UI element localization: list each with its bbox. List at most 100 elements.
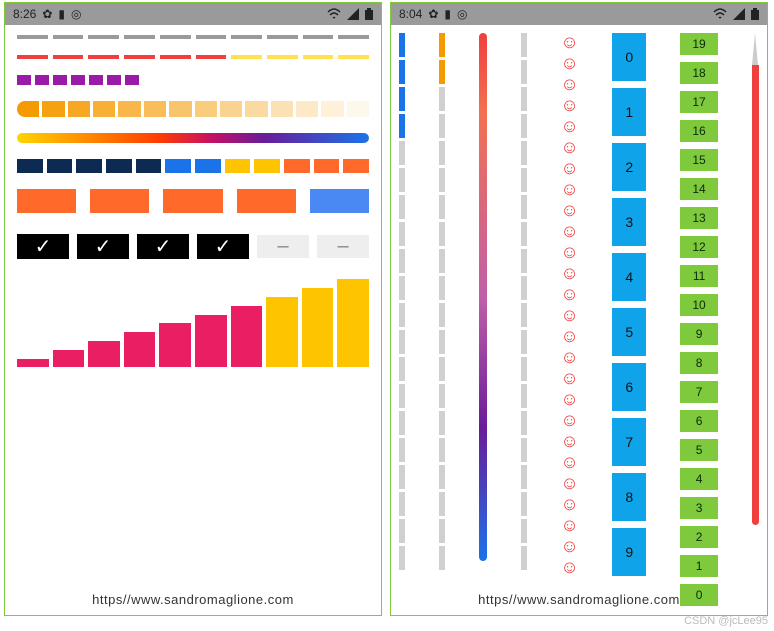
smile-icon: ☺ xyxy=(560,537,578,555)
left-content: ✓✓✓✓–– xyxy=(5,25,381,367)
vcol-blue-progress xyxy=(399,33,405,570)
status-bar: 8:26 ✿ ▮ ◎ xyxy=(5,3,381,25)
green-number-box[interactable]: 3 xyxy=(680,497,718,519)
sky-number-box[interactable]: 8 xyxy=(612,473,646,521)
grow-bar xyxy=(231,306,263,367)
sky-number-box[interactable]: 9 xyxy=(612,528,646,576)
green-number-box[interactable]: 13 xyxy=(680,207,718,229)
smile-icon: ☺ xyxy=(560,432,578,450)
ry-seg xyxy=(267,55,298,59)
v-seg xyxy=(439,249,445,273)
green-number-box[interactable]: 11 xyxy=(680,265,718,287)
v-seg xyxy=(399,546,405,570)
grow-bar xyxy=(124,332,156,367)
v-seg xyxy=(399,276,405,300)
wifi-icon xyxy=(713,8,727,20)
smile-icon: ☺ xyxy=(560,75,578,93)
v-seg xyxy=(439,357,445,381)
check-box-on[interactable]: ✓ xyxy=(137,234,189,259)
dash-seg xyxy=(88,35,119,39)
green-number-box[interactable]: 16 xyxy=(680,120,718,142)
smile-icon: ☺ xyxy=(560,96,578,114)
ofade-seg xyxy=(17,101,39,117)
purple-seg xyxy=(35,75,49,85)
v-seg xyxy=(439,303,445,327)
navy-seg xyxy=(195,159,221,173)
smile-icon: ☺ xyxy=(560,453,578,471)
battery-icon: ▮ xyxy=(58,7,65,21)
footer-url: https//www.sandromaglione.com xyxy=(391,592,767,607)
green-number-box[interactable]: 12 xyxy=(680,236,718,258)
step-navy-multi xyxy=(17,159,369,173)
purple-seg xyxy=(89,75,103,85)
v-seg xyxy=(439,438,445,462)
smile-icon: ☺ xyxy=(560,54,578,72)
dash-seg xyxy=(338,35,369,39)
green-number-box[interactable]: 7 xyxy=(680,381,718,403)
smile-icon: ☺ xyxy=(560,285,578,303)
green-number-box[interactable]: 6 xyxy=(680,410,718,432)
sky-number-box[interactable]: 2 xyxy=(612,143,646,191)
v-seg xyxy=(521,276,527,300)
wifi-icon xyxy=(327,8,341,20)
v-seg xyxy=(399,249,405,273)
sky-number-box[interactable]: 7 xyxy=(612,418,646,466)
sky-number-box[interactable]: 1 xyxy=(612,88,646,136)
smile-icon: ☺ xyxy=(560,327,578,345)
smile-icon: ☺ xyxy=(560,201,578,219)
v-seg xyxy=(399,330,405,354)
ry-seg xyxy=(303,55,334,59)
big-seg xyxy=(90,189,149,213)
green-number-box[interactable]: 1 xyxy=(680,555,718,577)
check-box-on[interactable]: ✓ xyxy=(197,234,249,259)
v-seg xyxy=(439,465,445,489)
v-seg xyxy=(521,141,527,165)
green-number-box[interactable]: 8 xyxy=(680,352,718,374)
green-number-box[interactable]: 4 xyxy=(680,468,718,490)
green-number-box[interactable]: 14 xyxy=(680,178,718,200)
navy-seg xyxy=(314,159,340,173)
ofade-seg xyxy=(347,101,369,117)
v-seg xyxy=(439,384,445,408)
green-number-box[interactable]: 5 xyxy=(680,439,718,461)
green-number-box[interactable]: 17 xyxy=(680,91,718,113)
v-seg xyxy=(439,492,445,516)
sky-number-box[interactable]: 3 xyxy=(612,198,646,246)
v-seg xyxy=(399,168,405,192)
green-number-box[interactable]: 18 xyxy=(680,62,718,84)
vcol-green-numbers: 191817161514131211109876543210 xyxy=(680,33,718,610)
step-gray-dashes xyxy=(17,35,369,39)
navy-seg xyxy=(76,159,102,173)
v-seg xyxy=(521,330,527,354)
check-box-off[interactable]: – xyxy=(257,235,309,258)
sky-number-box[interactable]: 0 xyxy=(612,33,646,81)
big-seg xyxy=(237,189,296,213)
check-box-on[interactable]: ✓ xyxy=(17,234,69,259)
check-box-off[interactable]: – xyxy=(317,235,369,258)
green-number-box[interactable]: 2 xyxy=(680,526,718,548)
grow-bar xyxy=(195,315,227,367)
vcol-pencil xyxy=(752,33,759,525)
green-number-box[interactable]: 19 xyxy=(680,33,718,55)
ry-seg xyxy=(338,55,369,59)
sky-number-box[interactable]: 6 xyxy=(612,363,646,411)
green-number-box[interactable]: 9 xyxy=(680,323,718,345)
grow-bar xyxy=(53,350,85,367)
ofade-seg xyxy=(321,101,343,117)
ofade-seg xyxy=(220,101,242,117)
green-number-box[interactable]: 10 xyxy=(680,294,718,316)
battery-full-icon xyxy=(751,8,759,20)
green-number-box[interactable]: 15 xyxy=(680,149,718,171)
v-seg xyxy=(521,357,527,381)
v-seg xyxy=(521,114,527,138)
v-seg xyxy=(399,60,405,84)
v-seg xyxy=(521,87,527,111)
sky-number-box[interactable]: 5 xyxy=(612,308,646,356)
ofade-seg xyxy=(118,101,140,117)
check-box-on[interactable]: ✓ xyxy=(77,234,129,259)
big-seg xyxy=(310,189,369,213)
sky-number-box[interactable]: 4 xyxy=(612,253,646,301)
status-bar: 8:04 ✿ ▮ ◎ xyxy=(391,3,767,25)
navy-seg xyxy=(17,159,43,173)
ofade-seg xyxy=(271,101,293,117)
